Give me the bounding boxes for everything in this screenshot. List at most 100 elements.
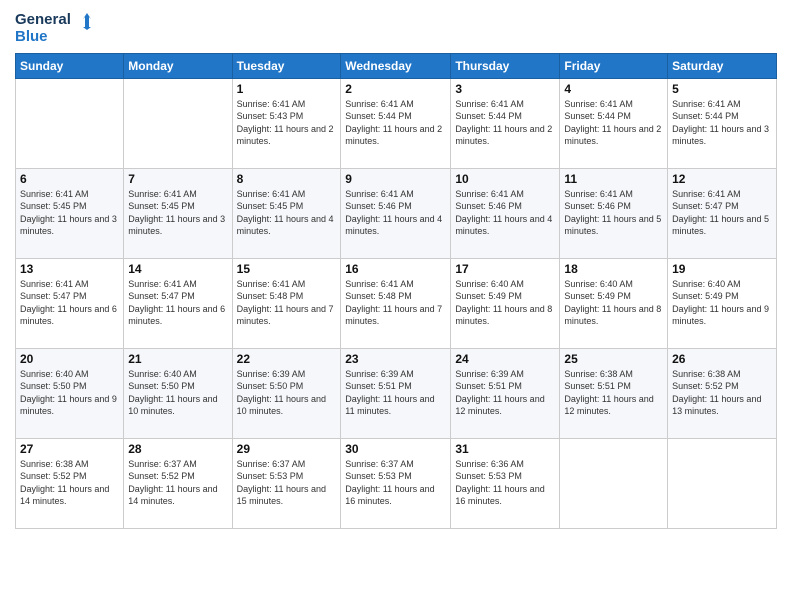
weekday-header-saturday: Saturday <box>668 54 777 79</box>
day-cell: 3Sunrise: 6:41 AM Sunset: 5:44 PM Daylig… <box>451 79 560 169</box>
day-cell: 10Sunrise: 6:41 AM Sunset: 5:46 PM Dayli… <box>451 169 560 259</box>
day-number: 26 <box>672 352 772 366</box>
day-number: 20 <box>20 352 119 366</box>
day-cell: 14Sunrise: 6:41 AM Sunset: 5:47 PM Dayli… <box>124 259 232 349</box>
day-detail: Sunrise: 6:37 AM Sunset: 5:53 PM Dayligh… <box>345 458 446 507</box>
day-detail: Sunrise: 6:41 AM Sunset: 5:47 PM Dayligh… <box>672 188 772 237</box>
day-cell: 29 Sunrise: 6:37 AM Sunset: 5:53 PM Dayli… <box>232 439 341 529</box>
day-cell: 26 Sunrise: 6:38 AM Sunset: 5:52 PM Dayli… <box>668 349 777 439</box>
day-number: 31 <box>455 442 555 456</box>
day-cell <box>668 439 777 529</box>
week-row-4: 20 Sunrise: 6:40 AM Sunset: 5:50 PM Dayli… <box>16 349 777 439</box>
logo-arrow-icon <box>73 10 93 30</box>
day-detail: Sunrise: 6:38 AM Sunset: 5:51 PM Dayligh… <box>564 368 663 417</box>
day-number: 28 <box>128 442 227 456</box>
day-detail: Sunrise: 6:40 AM Sunset: 5:49 PM Dayligh… <box>564 278 663 327</box>
day-number: 18 <box>564 262 663 276</box>
day-detail: Sunrise: 6:41 AM Sunset: 5:44 PM Dayligh… <box>455 98 555 147</box>
day-detail: Sunrise: 6:41 AM Sunset: 5:44 PM Dayligh… <box>564 98 663 147</box>
logo-general: General <box>15 11 71 28</box>
day-cell: 22Sunrise: 6:39 AM Sunset: 5:50 PM Dayli… <box>232 349 341 439</box>
header: General Blue <box>15 10 777 45</box>
day-detail: Sunrise: 6:41 AM Sunset: 5:44 PM Dayligh… <box>345 98 446 147</box>
logo-text-block: General Blue <box>15 10 93 45</box>
weekday-header-wednesday: Wednesday <box>341 54 451 79</box>
week-row-3: 13Sunrise: 6:41 AM Sunset: 5:47 PM Dayli… <box>16 259 777 349</box>
day-number: 19 <box>672 262 772 276</box>
day-cell: 1 Sunrise: 6:41 AM Sunset: 5:43 PM Daylig… <box>232 79 341 169</box>
day-detail: Sunrise: 6:41 AM Sunset: 5:45 PM Dayligh… <box>20 188 119 237</box>
day-cell: 18 Sunrise: 6:40 AM Sunset: 5:49 PM Dayli… <box>560 259 668 349</box>
day-cell <box>16 79 124 169</box>
day-number: 29 <box>237 442 337 456</box>
day-cell: 21 Sunrise: 6:40 AM Sunset: 5:50 PM Dayli… <box>124 349 232 439</box>
day-cell: 7 Sunrise: 6:41 AM Sunset: 5:45 PM Daylig… <box>124 169 232 259</box>
weekday-header-friday: Friday <box>560 54 668 79</box>
day-number: 21 <box>128 352 227 366</box>
weekday-header-thursday: Thursday <box>451 54 560 79</box>
day-detail: Sunrise: 6:40 AM Sunset: 5:49 PM Dayligh… <box>672 278 772 327</box>
day-detail: Sunrise: 6:41 AM Sunset: 5:45 PM Dayligh… <box>128 188 227 237</box>
day-cell: 2 Sunrise: 6:41 AM Sunset: 5:44 PM Daylig… <box>341 79 451 169</box>
day-cell: 16Sunrise: 6:41 AM Sunset: 5:48 PM Dayli… <box>341 259 451 349</box>
day-number: 24 <box>455 352 555 366</box>
day-cell: 4 Sunrise: 6:41 AM Sunset: 5:44 PM Daylig… <box>560 79 668 169</box>
day-detail: Sunrise: 6:38 AM Sunset: 5:52 PM Dayligh… <box>20 458 119 507</box>
day-number: 10 <box>455 172 555 186</box>
day-number: 8 <box>237 172 337 186</box>
day-detail: Sunrise: 6:40 AM Sunset: 5:49 PM Dayligh… <box>455 278 555 327</box>
day-number: 11 <box>564 172 663 186</box>
day-number: 9 <box>345 172 446 186</box>
page: General Blue SundayMondayTuesdayWednesda… <box>0 0 792 612</box>
week-row-1: 1 Sunrise: 6:41 AM Sunset: 5:43 PM Daylig… <box>16 79 777 169</box>
day-cell: 15Sunrise: 6:41 AM Sunset: 5:48 PM Dayli… <box>232 259 341 349</box>
week-row-2: 6Sunrise: 6:41 AM Sunset: 5:45 PM Daylig… <box>16 169 777 259</box>
day-cell: 23 Sunrise: 6:39 AM Sunset: 5:51 PM Dayli… <box>341 349 451 439</box>
weekday-header-sunday: Sunday <box>16 54 124 79</box>
day-number: 1 <box>237 82 337 96</box>
day-cell: 9 Sunrise: 6:41 AM Sunset: 5:46 PM Daylig… <box>341 169 451 259</box>
day-cell: 25 Sunrise: 6:38 AM Sunset: 5:51 PM Dayli… <box>560 349 668 439</box>
logo-blue: Blue <box>15 28 48 45</box>
day-cell: 11 Sunrise: 6:41 AM Sunset: 5:46 PM Dayli… <box>560 169 668 259</box>
weekday-header-row: SundayMondayTuesdayWednesdayThursdayFrid… <box>16 54 777 79</box>
day-cell: 28 Sunrise: 6:37 AM Sunset: 5:52 PM Dayli… <box>124 439 232 529</box>
day-number: 23 <box>345 352 446 366</box>
day-cell: 6Sunrise: 6:41 AM Sunset: 5:45 PM Daylig… <box>16 169 124 259</box>
day-detail: Sunrise: 6:36 AM Sunset: 5:53 PM Dayligh… <box>455 458 555 507</box>
day-cell: 5Sunrise: 6:41 AM Sunset: 5:44 PM Daylig… <box>668 79 777 169</box>
day-cell <box>124 79 232 169</box>
day-detail: Sunrise: 6:41 AM Sunset: 5:46 PM Dayligh… <box>345 188 446 237</box>
day-detail: Sunrise: 6:40 AM Sunset: 5:50 PM Dayligh… <box>128 368 227 417</box>
day-number: 22 <box>237 352 337 366</box>
day-detail: Sunrise: 6:41 AM Sunset: 5:48 PM Dayligh… <box>237 278 337 327</box>
day-cell: 31 Sunrise: 6:36 AM Sunset: 5:53 PM Dayli… <box>451 439 560 529</box>
day-number: 27 <box>20 442 119 456</box>
day-detail: Sunrise: 6:41 AM Sunset: 5:43 PM Dayligh… <box>237 98 337 147</box>
day-number: 14 <box>128 262 227 276</box>
day-detail: Sunrise: 6:41 AM Sunset: 5:46 PM Dayligh… <box>564 188 663 237</box>
weekday-header-tuesday: Tuesday <box>232 54 341 79</box>
day-cell: 12 Sunrise: 6:41 AM Sunset: 5:47 PM Dayli… <box>668 169 777 259</box>
day-detail: Sunrise: 6:38 AM Sunset: 5:52 PM Dayligh… <box>672 368 772 417</box>
day-number: 4 <box>564 82 663 96</box>
day-cell: 19 Sunrise: 6:40 AM Sunset: 5:49 PM Dayli… <box>668 259 777 349</box>
day-number: 12 <box>672 172 772 186</box>
day-cell: 17Sunrise: 6:40 AM Sunset: 5:49 PM Dayli… <box>451 259 560 349</box>
day-cell: 8 Sunrise: 6:41 AM Sunset: 5:45 PM Daylig… <box>232 169 341 259</box>
day-detail: Sunrise: 6:37 AM Sunset: 5:53 PM Dayligh… <box>237 458 337 507</box>
day-number: 13 <box>20 262 119 276</box>
day-number: 30 <box>345 442 446 456</box>
day-number: 7 <box>128 172 227 186</box>
day-detail: Sunrise: 6:41 AM Sunset: 5:44 PM Dayligh… <box>672 98 772 147</box>
day-number: 2 <box>345 82 446 96</box>
day-detail: Sunrise: 6:39 AM Sunset: 5:51 PM Dayligh… <box>345 368 446 417</box>
day-detail: Sunrise: 6:41 AM Sunset: 5:45 PM Dayligh… <box>237 188 337 237</box>
week-row-5: 27 Sunrise: 6:38 AM Sunset: 5:52 PM Dayli… <box>16 439 777 529</box>
day-number: 25 <box>564 352 663 366</box>
calendar-table: SundayMondayTuesdayWednesdayThursdayFrid… <box>15 53 777 529</box>
day-detail: Sunrise: 6:37 AM Sunset: 5:52 PM Dayligh… <box>128 458 227 507</box>
day-detail: Sunrise: 6:40 AM Sunset: 5:50 PM Dayligh… <box>20 368 119 417</box>
day-detail: Sunrise: 6:41 AM Sunset: 5:48 PM Dayligh… <box>345 278 446 327</box>
day-detail: Sunrise: 6:39 AM Sunset: 5:51 PM Dayligh… <box>455 368 555 417</box>
